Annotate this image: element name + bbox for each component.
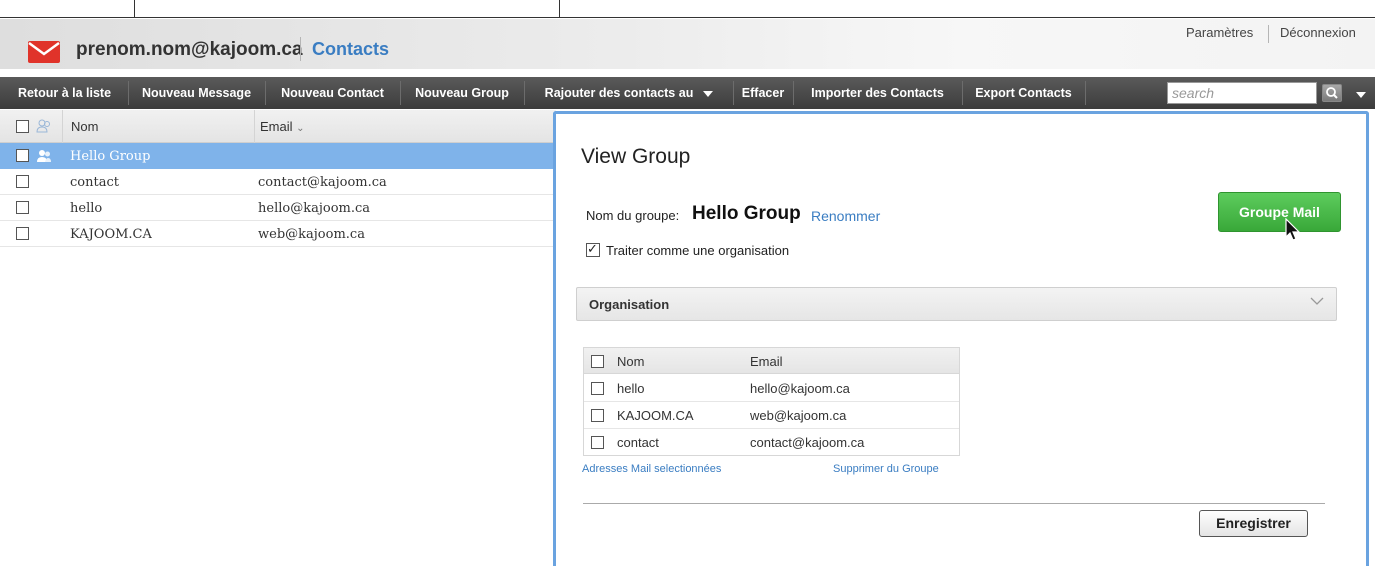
contact-email: web@kajoom.ca bbox=[258, 227, 365, 242]
list-item[interactable]: hello hello@kajoom.ca bbox=[0, 195, 556, 221]
group-detail-panel bbox=[553, 111, 1369, 566]
members-select-all-checkbox[interactable] bbox=[591, 355, 604, 368]
add-contacts-to-dropdown[interactable]: Rajouter des contacts au bbox=[527, 77, 731, 109]
import-contacts-button[interactable]: Importer des Contacts bbox=[796, 77, 959, 109]
members-column-email[interactable]: Email bbox=[750, 354, 783, 369]
member-email: hello@kajoom.ca bbox=[750, 381, 850, 396]
member-checkbox[interactable] bbox=[591, 382, 604, 395]
member-name: hello bbox=[617, 381, 645, 396]
header-divider bbox=[300, 37, 301, 61]
search-button[interactable] bbox=[1322, 84, 1342, 102]
mouse-cursor-icon bbox=[1285, 218, 1301, 241]
remove-from-group-link[interactable]: Supprimer du Groupe bbox=[833, 463, 939, 475]
column-divider bbox=[62, 110, 63, 143]
section-title[interactable]: Contacts bbox=[312, 39, 389, 60]
toolbar-divider bbox=[400, 81, 401, 105]
group-name: Hello Group bbox=[692, 203, 801, 224]
delete-button[interactable]: Effacer bbox=[736, 77, 790, 109]
organisation-section-title: Organisation bbox=[589, 297, 670, 312]
sort-chevron-icon: ⌄ bbox=[296, 123, 305, 134]
table-row[interactable]: KAJOOM.CA web@kajoom.ca bbox=[584, 402, 959, 429]
group-icon bbox=[37, 150, 51, 162]
member-email: contact@kajoom.ca bbox=[750, 435, 865, 450]
account-email: prenom.nom@kajoom.ca bbox=[76, 39, 303, 60]
app-header: prenom.nom@kajoom.ca Contacts Paramètres… bbox=[0, 19, 1375, 69]
contact-type-icon[interactable] bbox=[36, 119, 52, 133]
add-contacts-to-label: Rajouter des contacts au bbox=[544, 86, 694, 100]
select-all-checkbox[interactable] bbox=[16, 120, 29, 133]
toolbar-divider bbox=[962, 81, 963, 105]
back-to-list-button[interactable]: Retour à la liste bbox=[4, 77, 125, 109]
top-strip-divider bbox=[559, 0, 560, 18]
table-row[interactable]: contact contact@kajoom.ca bbox=[584, 429, 959, 456]
organisation-section-header[interactable] bbox=[576, 287, 1337, 321]
row-checkbox[interactable] bbox=[16, 175, 29, 188]
logout-link[interactable]: Déconnexion bbox=[1280, 25, 1356, 40]
row-checkbox[interactable] bbox=[16, 227, 29, 240]
rename-link[interactable]: Renommer bbox=[811, 208, 880, 224]
mail-icon bbox=[28, 41, 60, 63]
view-group-title: View Group bbox=[581, 145, 691, 168]
column-header-email-label: Email bbox=[260, 119, 293, 134]
members-column-name[interactable]: Nom bbox=[617, 354, 644, 369]
group-name-label: Nom du groupe: bbox=[586, 208, 680, 223]
export-contacts-button[interactable]: Export Contacts bbox=[965, 77, 1082, 109]
search-input[interactable]: search bbox=[1167, 82, 1317, 104]
toolbar-divider bbox=[1085, 81, 1086, 105]
members-table-header: Nom Email bbox=[584, 348, 959, 374]
list-item[interactable]: contact contact@kajoom.ca bbox=[0, 169, 556, 195]
header-divider bbox=[1268, 25, 1269, 43]
new-group-button[interactable]: Nouveau Group bbox=[403, 77, 521, 109]
member-name: KAJOOM.CA bbox=[617, 408, 694, 423]
column-header-email[interactable]: Email ⌄ bbox=[260, 119, 305, 134]
new-message-button[interactable]: Nouveau Message bbox=[131, 77, 262, 109]
contact-list-header: Nom Email ⌄ bbox=[0, 110, 556, 143]
top-strip bbox=[0, 0, 1375, 18]
row-checkbox[interactable] bbox=[16, 149, 29, 162]
member-email: web@kajoom.ca bbox=[750, 408, 847, 423]
member-checkbox[interactable] bbox=[591, 436, 604, 449]
column-header-name[interactable]: Nom bbox=[71, 119, 98, 134]
list-item[interactable]: KAJOOM.CA web@kajoom.ca bbox=[0, 221, 556, 247]
contact-email: hello@kajoom.ca bbox=[258, 201, 371, 216]
member-checkbox[interactable] bbox=[591, 409, 604, 422]
selected-addresses-link[interactable]: Adresses Mail selectionnées bbox=[582, 463, 721, 475]
contact-email: contact@kajoom.ca bbox=[258, 175, 387, 190]
contact-name: contact bbox=[70, 175, 119, 190]
member-name: contact bbox=[617, 435, 659, 450]
row-checkbox[interactable] bbox=[16, 201, 29, 214]
contact-name: KAJOOM.CA bbox=[70, 227, 152, 242]
toolbar-divider bbox=[793, 81, 794, 105]
toolbar-divider bbox=[265, 81, 266, 105]
toolbar-divider bbox=[524, 81, 525, 105]
contact-name: hello bbox=[70, 201, 103, 216]
new-contact-button[interactable]: Nouveau Contact bbox=[268, 77, 397, 109]
search-options-chevron-icon[interactable] bbox=[1356, 92, 1366, 98]
table-row[interactable]: hello hello@kajoom.ca bbox=[584, 375, 959, 402]
contact-name: Hello Group bbox=[70, 149, 151, 164]
group-mail-button[interactable]: Groupe Mail bbox=[1218, 192, 1341, 232]
chevron-down-icon[interactable] bbox=[1310, 296, 1324, 306]
toolbar-divider bbox=[128, 81, 129, 105]
toolbar-divider bbox=[733, 81, 734, 105]
column-divider bbox=[254, 110, 255, 143]
list-item[interactable]: Hello Group bbox=[0, 143, 556, 169]
settings-link[interactable]: Paramètres bbox=[1186, 25, 1253, 40]
search-icon bbox=[1326, 87, 1338, 99]
top-strip-divider bbox=[134, 0, 135, 18]
chevron-down-icon bbox=[703, 90, 714, 97]
checkmark-icon: ✓ bbox=[587, 241, 598, 256]
organisation-checkbox-label[interactable]: Traiter comme une organisation bbox=[606, 243, 789, 258]
save-button[interactable]: Enregistrer bbox=[1199, 510, 1308, 537]
divider bbox=[583, 503, 1325, 504]
